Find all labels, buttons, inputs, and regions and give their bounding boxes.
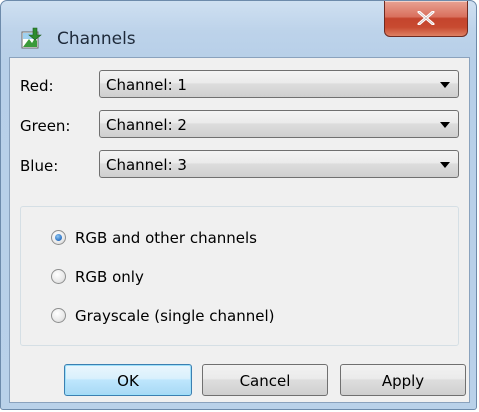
chevron-down-icon [440,82,450,88]
title-bar[interactable]: Channels [1,1,476,57]
channels-app-icon [21,27,43,49]
cancel-button[interactable]: Cancel [202,364,328,396]
radio-label[interactable]: RGB only [75,266,144,288]
chevron-down-icon [440,162,450,168]
channels-dialog: Channels Red: Channel: 1 Green: Channel:… [0,0,477,410]
blue-channel-row: Blue: Channel: 3 [10,150,469,182]
close-button[interactable] [384,1,468,37]
radio-selected-dot [55,234,62,241]
chevron-down-icon [440,122,450,128]
green-channel-value: Channel: 2 [106,116,187,134]
ok-button[interactable]: OK [64,364,192,396]
green-label: Green: [20,117,71,135]
red-channel-value: Channel: 1 [106,76,187,94]
blue-channel-select[interactable]: Channel: 3 [99,150,459,178]
blue-channel-value: Channel: 3 [106,156,187,174]
close-icon [417,11,435,25]
radio-button[interactable] [51,269,66,284]
red-channel-row: Red: Channel: 1 [10,70,469,102]
blue-label: Blue: [20,157,59,175]
red-label: Red: [20,77,54,95]
radio-label[interactable]: Grayscale (single channel) [75,305,275,327]
channel-mode-group: RGB and other channels RGB only Grayscal… [20,206,459,346]
radio-label[interactable]: RGB and other channels [75,227,257,249]
window-title: Channels [57,29,136,49]
red-channel-select[interactable]: Channel: 1 [99,70,459,98]
radio-button[interactable] [51,308,66,323]
dialog-content: Red: Channel: 1 Green: Channel: 2 Blue: … [9,57,470,403]
radio-button[interactable] [51,230,66,245]
green-channel-select[interactable]: Channel: 2 [99,110,459,138]
green-channel-row: Green: Channel: 2 [10,110,469,142]
apply-button[interactable]: Apply [340,364,466,396]
